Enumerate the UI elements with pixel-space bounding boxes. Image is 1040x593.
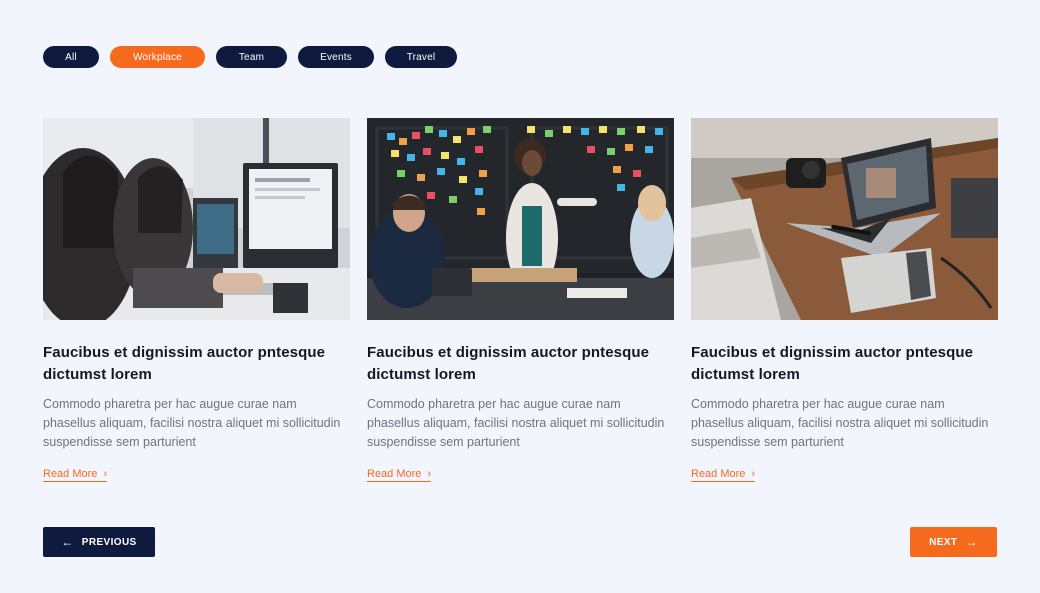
team-meeting-photo — [367, 118, 674, 320]
chevron-right-icon: › — [751, 467, 756, 480]
post-title: Faucibus et dignissim auctor pntesque di… — [691, 344, 974, 383]
read-more-label: Read More — [691, 468, 746, 480]
office-workers-image[interactable] — [43, 118, 350, 320]
category-filters: All Workplace Team Events Travel — [43, 46, 457, 68]
post-excerpt: Commodo pharetra per hac augue curae nam… — [691, 397, 989, 449]
post-title: Faucibus et dignissim auctor pntesque di… — [43, 344, 326, 383]
next-button[interactable]: NEXT → — [910, 527, 997, 557]
previous-label: PREVIOUS — [81, 536, 137, 548]
post-cards: Faucibus et dignissim auctor pntesque di… — [43, 118, 998, 482]
post-excerpt: Commodo pharetra per hac augue curae nam… — [43, 397, 341, 449]
filter-all[interactable]: All — [43, 46, 99, 68]
previous-button[interactable]: ← PREVIOUS — [43, 527, 155, 557]
arrow-left-icon: ← — [61, 535, 74, 549]
post-title: Faucibus et dignissim auctor pntesque di… — [367, 344, 650, 383]
laptop-desk-image[interactable] — [691, 118, 998, 320]
read-more-link[interactable]: Read More › — [691, 467, 756, 482]
team-meeting-image[interactable] — [367, 118, 674, 320]
filter-events[interactable]: Events — [298, 46, 374, 68]
read-more-link[interactable]: Read More › — [43, 467, 108, 482]
chevron-right-icon: › — [103, 467, 108, 480]
filter-team[interactable]: Team — [216, 46, 287, 68]
read-more-label: Read More — [367, 468, 422, 480]
blog-grid-page: All Workplace Team Events Travel Faucibu… — [0, 0, 1040, 593]
post-card: Faucibus et dignissim auctor pntesque di… — [43, 118, 350, 482]
post-card: Faucibus et dignissim auctor pntesque di… — [691, 118, 998, 482]
laptop-desk-photo — [691, 118, 998, 320]
read-more-label: Read More — [43, 468, 98, 480]
chevron-right-icon: › — [427, 467, 432, 480]
read-more-link[interactable]: Read More › — [367, 467, 432, 482]
post-card: Faucibus et dignissim auctor pntesque di… — [367, 118, 674, 482]
post-excerpt: Commodo pharetra per hac augue curae nam… — [367, 397, 665, 449]
arrow-right-icon: → — [965, 535, 978, 549]
office-workers-photo — [43, 118, 350, 320]
filter-travel[interactable]: Travel — [385, 46, 457, 68]
filter-workplace[interactable]: Workplace — [110, 46, 205, 68]
next-label: NEXT — [929, 536, 958, 548]
